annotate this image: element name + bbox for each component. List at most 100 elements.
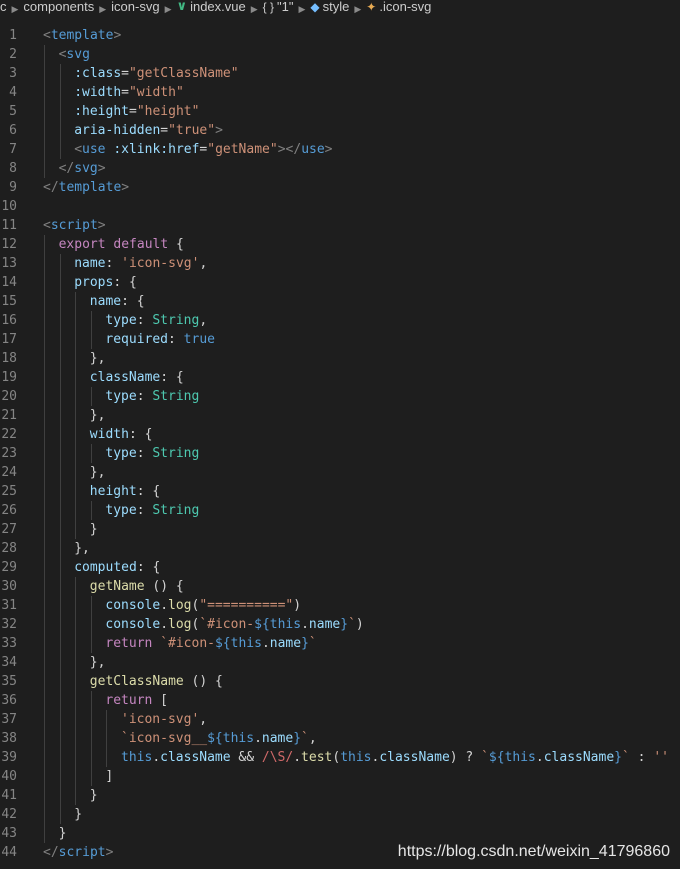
breadcrumb-item[interactable]: c — [0, 0, 7, 14]
code-line[interactable]: 20 type: String — [0, 387, 680, 406]
breadcrumb-label: icon-svg — [111, 0, 160, 14]
code-line[interactable]: 27} — [0, 520, 680, 539]
code-token: template — [50, 28, 114, 43]
indent-guide — [59, 748, 61, 767]
code-line[interactable]: 4:width="width" — [0, 83, 680, 102]
indent-guide — [75, 501, 77, 520]
code-token: }, — [89, 351, 106, 366]
code-line[interactable]: 35 getClassName () { — [0, 672, 680, 691]
breadcrumb-item[interactable]: icon-svg — [111, 0, 159, 14]
breadcrumb-item[interactable]: ◆ style — [310, 0, 349, 14]
code-token: '' — [653, 750, 669, 765]
indent-guide — [59, 520, 61, 539]
indent-guide — [59, 786, 61, 805]
code-token: type — [105, 503, 137, 518]
breadcrumb-item[interactable]: ∨ index.vue — [177, 0, 246, 14]
code-token: , — [199, 256, 208, 271]
code-token: svg — [66, 47, 90, 62]
code-text: </template> — [43, 178, 129, 197]
code-line[interactable]: 30 getName () { — [0, 577, 680, 596]
code-line[interactable]: 13 name: 'icon-svg', — [0, 254, 680, 273]
code-token: > — [113, 28, 122, 43]
code-text: }, — [74, 539, 90, 558]
indent-guide — [90, 501, 92, 520]
line-number: 43 — [1, 826, 17, 841]
indent-guide — [44, 653, 45, 672]
code-token: . — [160, 617, 169, 632]
code-editor[interactable]: 1 <template> 2 <svg 3:class="getClassName" 4:… — [0, 26, 680, 862]
indent-guide — [44, 292, 45, 311]
code-line[interactable]: 24}, — [0, 463, 680, 482]
code-line[interactable]: 31 console.log("==========") — [0, 596, 680, 615]
code-line[interactable]: 14 props: { — [0, 273, 680, 292]
code-line[interactable]: 11 <script> — [0, 216, 680, 235]
code-line[interactable]: 6 aria-hidden="true"> — [0, 121, 680, 140]
code-line[interactable]: 12 export default { — [0, 235, 680, 254]
code-line[interactable]: 34}, — [0, 653, 680, 672]
code-line[interactable]: 26 type: String — [0, 501, 680, 520]
code-line[interactable]: 40] — [0, 767, 680, 786]
code-line[interactable]: 10 — [0, 197, 680, 216]
code-token: . — [535, 750, 544, 765]
breadcrumb-item[interactable]: components — [23, 0, 94, 14]
code-token: : { — [128, 427, 153, 442]
code-text: 'icon-svg', — [121, 710, 207, 729]
code-line[interactable]: 15 name: { — [0, 292, 680, 311]
code-line[interactable]: 37 'icon-svg', — [0, 710, 680, 729]
code-line[interactable]: 22 width: { — [0, 425, 680, 444]
indent-guide — [106, 748, 108, 767]
indent-guide — [44, 710, 45, 729]
indent-guide — [59, 387, 61, 406]
code-line[interactable]: 8 </svg> — [0, 159, 680, 178]
code-line[interactable]: 41} — [0, 786, 680, 805]
indent-guide — [59, 444, 61, 463]
code-token: test — [301, 750, 333, 765]
code-token: < — [74, 142, 83, 157]
code-line[interactable]: 2 <svg — [0, 45, 680, 64]
code-token: use — [82, 142, 106, 157]
code-line[interactable]: 38 `icon-svg__${this.name}`, — [0, 729, 680, 748]
code-line[interactable]: 9 </template> — [0, 178, 680, 197]
breadcrumb-item[interactable]: { } "1" — [263, 0, 294, 14]
code-token: ${ — [214, 636, 231, 651]
code-line[interactable]: 29 computed: { — [0, 558, 680, 577]
code-text: this.className && /\S/.test(this.classNa… — [121, 748, 669, 767]
code-line[interactable]: 19 className: { — [0, 368, 680, 387]
code-line[interactable]: 3:class="getClassName" — [0, 64, 680, 83]
code-line[interactable]: 17 required: true — [0, 330, 680, 349]
code-line[interactable]: 43} — [0, 824, 680, 843]
code-token: "true" — [168, 123, 216, 138]
code-line[interactable]: 23 type: String — [0, 444, 680, 463]
code-line[interactable]: 16 type: String, — [0, 311, 680, 330]
code-line[interactable]: 18}, — [0, 349, 680, 368]
code-line[interactable]: 33 return `#icon-${this.name}` — [0, 634, 680, 653]
code-token: : — [168, 332, 184, 347]
code-text: aria-hidden="true"> — [74, 121, 223, 140]
code-line[interactable]: 32 console.log(`#icon-${this.name}`) — [0, 615, 680, 634]
indent-guide — [106, 729, 108, 748]
code-line[interactable]: 28}, — [0, 539, 680, 558]
indent-guide — [75, 425, 77, 444]
code-token: < — [43, 218, 51, 233]
code-token: ) ? — [449, 750, 482, 765]
code-line[interactable]: 39 this.className && /\S/.test(this.class… — [0, 748, 680, 767]
code-line[interactable]: 5:height="height" — [0, 102, 680, 121]
code-line[interactable]: 25 height: { — [0, 482, 680, 501]
indent-guide — [75, 615, 77, 634]
code-line[interactable]: 42} — [0, 805, 680, 824]
indent-guide — [90, 634, 92, 653]
indent-guide — [75, 311, 77, 330]
code-token: ${ — [488, 750, 505, 765]
code-token: } — [301, 636, 309, 651]
code-line[interactable]: 36 return [ — [0, 691, 680, 710]
line-number: 18 — [1, 351, 17, 366]
breadcrumb-item[interactable]: ✦ .icon-svg — [366, 0, 431, 14]
code-line[interactable]: 1 <template> — [0, 26, 680, 45]
code-token: > — [97, 218, 106, 233]
code-token: ( — [332, 750, 341, 765]
indent-guide — [44, 387, 45, 406]
line-number: 12 — [1, 237, 17, 252]
code-line[interactable]: 7 <use :xlink:href="getName"></use> — [0, 140, 680, 159]
breadcrumb-label: components — [23, 0, 95, 14]
code-line[interactable]: 21}, — [0, 406, 680, 425]
